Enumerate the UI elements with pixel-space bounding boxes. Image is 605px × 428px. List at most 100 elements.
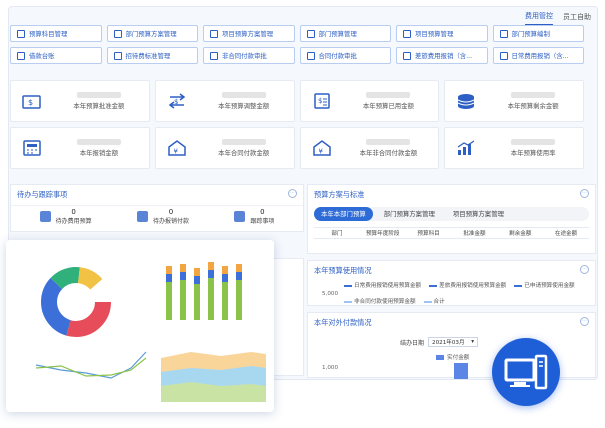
todo-item-reimburse[interactable]: 0 待办报销付款 [136, 208, 189, 225]
tab-employee-self-service[interactable]: 员工自助 [563, 12, 591, 25]
quick-daily-reimburse-button[interactable]: 日常费用报销（含... [492, 47, 584, 64]
document-money-icon: $ [311, 92, 333, 110]
line-series [35, 357, 147, 377]
quick-travel-reimburse-button[interactable]: 差旅费用报销（含... [396, 47, 488, 64]
usage-panel: 本年预算使用情况 ··· 日常费用报销使用预算金额 差旅费用报销使用预算金额 已… [307, 260, 596, 306]
stat-card-used[interactable]: $ 本年预算已用金额 [299, 80, 440, 122]
quick-project-plan-button[interactable]: 项目预算方案管理 [203, 25, 295, 42]
bar-trend-icon [455, 139, 477, 157]
quick-loan-ledger-button[interactable]: 借款台账 [10, 47, 102, 64]
calculator-icon [21, 139, 43, 157]
project-budget-icon [403, 29, 411, 38]
more-icon[interactable]: ··· [580, 189, 589, 198]
quick-contract-payment-button[interactable]: 合同付款审批 [299, 47, 391, 64]
legend-item: 非合同付款使用预算金额 [344, 297, 416, 305]
date-select[interactable]: 2021年03月 ▾ [428, 337, 479, 347]
todo-label: 跟踪事项 [250, 218, 275, 225]
plan-table-header: 部门 预算年度阶段 预算科目 批准金额 剩余金额 在途金额 [314, 227, 589, 239]
todo-count: 0 [168, 208, 174, 216]
stat-card-remaining[interactable]: 本年预算剩余金额 [444, 80, 584, 122]
more-icon[interactable]: ··· [288, 189, 297, 198]
quick-link-label: 差旅费用报销（含... [415, 52, 473, 60]
budget-subject-icon [17, 29, 25, 38]
masked-value [366, 139, 411, 145]
tab-project-plan[interactable]: 项目预算方案管理 [446, 207, 511, 221]
svg-text:$: $ [318, 97, 322, 105]
todo-label: 待办费用预算 [55, 218, 92, 225]
stat-label: 本年非合同付款金额 [359, 149, 418, 157]
wallet-icon: $ [21, 92, 43, 110]
plan-tab-bar: 本年本部门预算 部门预算方案管理 项目预算方案管理 [314, 207, 589, 221]
todo-item-budget[interactable]: 0 待办费用预算 [39, 208, 92, 225]
quick-entertain-standard-button[interactable]: 招待费标准管理 [106, 47, 198, 64]
quick-budget-subject-button[interactable]: 预算科目管理 [10, 25, 102, 42]
todo-item-tracking[interactable]: 0 跟踪事项 [234, 208, 274, 225]
stat-label: 本年预算剩余金额 [507, 102, 559, 110]
stat-label: 本年预算批准金额 [73, 102, 125, 110]
yen-house-icon: ¥ [166, 139, 188, 157]
panel-title: 待办与跟踪事项 [17, 190, 68, 199]
quick-dept-budget-button[interactable]: 部门预算管理 [299, 25, 391, 42]
plan-panel: 预算方案与标准 ··· 本年本部门预算 部门预算方案管理 项目预算方案管理 部门… [307, 184, 596, 254]
legend-item: 差旅费用报销使用预算金额 [429, 281, 506, 289]
stat-card-adjusted[interactable]: $ 本年预算调整金额 [154, 80, 295, 122]
more-icon[interactable]: ··· [580, 265, 589, 274]
column-header: 在途金额 [554, 231, 578, 237]
todo-budget-icon [39, 211, 51, 222]
column-header: 剩余金额 [509, 231, 532, 237]
quick-dept-plan-button[interactable]: 部门预算方案管理 [106, 25, 198, 42]
panel-title: 本年预算使用情况 [314, 266, 372, 275]
exchange-icon: $ [166, 92, 188, 110]
todo-reimburse-icon [136, 211, 148, 222]
area-series [161, 382, 266, 402]
quick-link-label: 项目预算方案管理 [222, 30, 274, 38]
legend-item: 合计 [423, 297, 445, 305]
quick-link-label: 日常费用报销（含... [511, 52, 569, 60]
masked-value [366, 92, 411, 98]
quick-dept-compile-button[interactable]: 部门预算编制 [492, 25, 584, 42]
stat-card-contract-payment[interactable]: ¥ 本年合同付款金额 [154, 127, 295, 169]
svg-text:¥: ¥ [173, 148, 178, 156]
quick-link-label: 借款台账 [29, 52, 55, 60]
line-series [35, 351, 147, 379]
payment-legend: 实付金额 [436, 353, 469, 361]
quick-noncontract-payment-button[interactable]: 非合同付款审批 [203, 47, 295, 64]
date-label: 结办日期 [400, 339, 425, 347]
coins-icon [455, 92, 477, 110]
stat-card-noncontract-payment[interactable]: ¥ 本年非合同付款金额 [299, 127, 440, 169]
stat-card-grid: $ 本年预算批准金额 $ 本年预算调整金额 $ 本年预算已用金额 本年预算剩余金… [10, 80, 584, 169]
masked-value [221, 139, 266, 145]
entertain-icon [113, 51, 122, 60]
stat-label: 本年预算已用金额 [362, 102, 414, 110]
column-header: 批准金额 [463, 231, 486, 237]
stacked-bars [166, 262, 242, 320]
payment-y-tick: 1,000 [322, 365, 339, 371]
todo-panel: 待办与跟踪事项 ··· 0 待办费用预算 0 待办报销付款 0 跟踪事项 [10, 184, 304, 232]
stat-label: 本年预算使用率 [510, 149, 556, 157]
stat-label: 本年合同付款金额 [218, 149, 270, 157]
quick-link-label: 部门预算管理 [318, 30, 357, 38]
more-icon[interactable]: ··· [580, 317, 589, 326]
tab-current-dept-budget[interactable]: 本年本部门预算 [314, 207, 373, 221]
tab-expense-control[interactable]: 费用管控 [525, 11, 553, 25]
dept-plan-icon [113, 29, 122, 38]
computer-icon [492, 338, 560, 406]
dept-budget-icon [306, 29, 315, 38]
quick-link-label: 预算科目管理 [29, 30, 68, 38]
tab-dept-plan[interactable]: 部门预算方案管理 [377, 207, 442, 221]
usage-y-tick: 5,000 [322, 291, 339, 297]
stat-card-reimburse[interactable]: 本年报销金额 [10, 127, 150, 169]
quick-link-label: 部门预算编制 [511, 30, 550, 38]
quick-project-budget-button[interactable]: 项目预算管理 [396, 25, 488, 42]
panel-title: 预算方案与标准 [314, 190, 365, 199]
stat-card-approved[interactable]: $ 本年预算批准金额 [10, 80, 150, 122]
top-tab-bar: 费用管控 员工自助 [9, 7, 597, 25]
stat-card-usage-rate[interactable]: 本年预算使用率 [444, 127, 584, 169]
quick-link-label: 招待费标准管理 [125, 52, 171, 60]
preview-mini-charts [35, 262, 266, 402]
chevron-down-icon: ▾ [471, 339, 475, 345]
usage-legend: 日常费用报销使用预算金额 差旅费用报销使用预算金额 已申请预算使用金额 非合同付… [308, 281, 595, 305]
legend-item: 已申请预算使用金额 [514, 281, 575, 289]
todo-tracking-icon [234, 211, 246, 222]
loan-ledger-icon [17, 51, 25, 60]
